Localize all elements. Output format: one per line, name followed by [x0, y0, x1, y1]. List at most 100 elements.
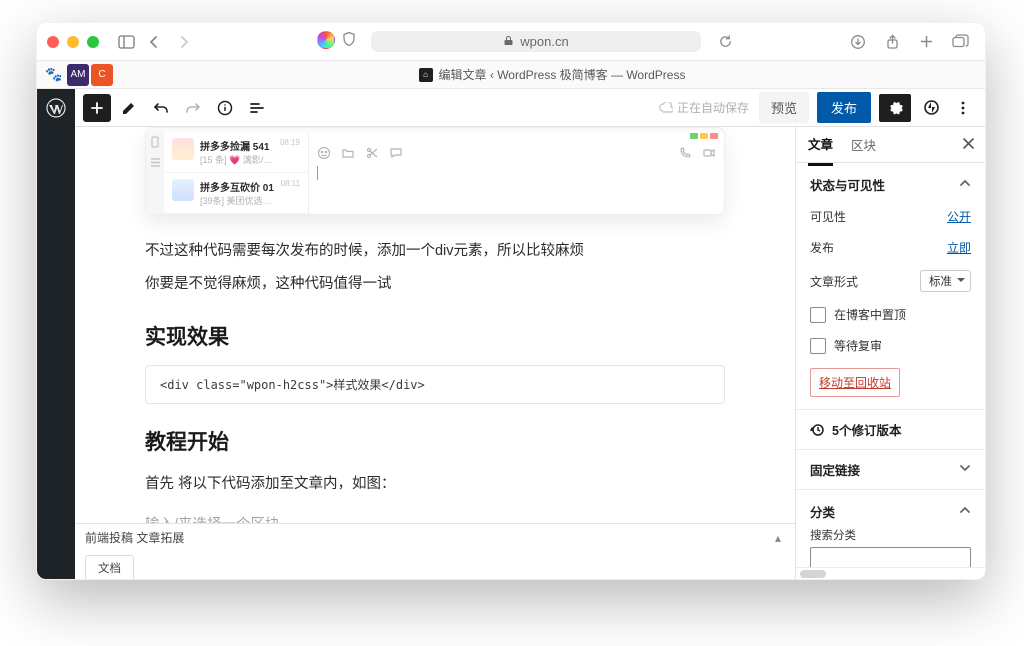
- paragraph[interactable]: 首先 将以下代码添加至文章内，如图：: [145, 470, 725, 499]
- chat-mini-sidebar: [146, 132, 164, 214]
- metabox-tabs: 文档: [75, 551, 795, 579]
- editor-frame: 正在自动保存 预览 发布: [75, 89, 985, 579]
- downloads-icon[interactable]: [845, 31, 871, 53]
- address-bar[interactable]: wpon.cn: [371, 31, 701, 52]
- call-icon: [678, 146, 692, 160]
- privacy-shield-icon[interactable]: [341, 31, 357, 52]
- visibility-value[interactable]: 公开: [947, 208, 971, 225]
- info-button[interactable]: [211, 94, 239, 122]
- browser-titlebar: wpon.cn: [37, 23, 985, 61]
- chat-list-item: 拼多多捡漏 541 [15 条] 💗 漓影/每问题首说… 08:19: [164, 132, 308, 173]
- active-tab[interactable]: ⌂ 编辑文章 ‹ WordPress 极简博客 — WordPress: [119, 61, 985, 88]
- phone-icon: [149, 136, 161, 148]
- minimize-window-button[interactable]: [67, 36, 79, 48]
- text-cursor: [317, 166, 318, 180]
- tab-post[interactable]: 文章: [808, 127, 833, 166]
- heading[interactable]: 教程开始: [145, 426, 725, 456]
- panel-header[interactable]: 分类: [810, 502, 971, 521]
- paragraph[interactable]: 不过这种代码需要每次发布的时候，添加一个div元素，所以比较麻烦: [145, 237, 725, 266]
- new-tab-icon[interactable]: [913, 31, 939, 53]
- editor-workspace: 拼多多捡漏 541 [15 条] 💗 漓影/每问题首说… 08:19: [75, 127, 985, 579]
- redo-button[interactable]: [179, 94, 207, 122]
- editor-canvas-area: 拼多多捡漏 541 [15 条] 💗 漓影/每问题首说… 08:19: [75, 127, 795, 579]
- settings-button[interactable]: [879, 94, 911, 122]
- url-host: wpon.cn: [520, 34, 568, 49]
- embedded-image-chat: 拼多多捡漏 541 [15 条] 💗 漓影/每问题首说… 08:19: [145, 127, 725, 215]
- publish-row: 发布 立即: [810, 239, 971, 256]
- forward-button[interactable]: [171, 31, 197, 53]
- share-icon[interactable]: [879, 31, 905, 53]
- heading[interactable]: 实现效果: [145, 321, 725, 351]
- sidebar-toggle-icon[interactable]: [113, 31, 139, 53]
- search-category-input[interactable]: [810, 547, 971, 567]
- tab-favicon: ⌂: [419, 68, 433, 82]
- panel-categories: 分类 搜索分类 初创: [796, 490, 985, 567]
- sidebar-tabs: 文章 区块: [796, 127, 985, 163]
- safari-window: wpon.cn 🐾 AM C: [36, 22, 986, 580]
- move-to-trash-button[interactable]: 移动至回收站: [810, 368, 900, 397]
- panel-permalink[interactable]: 固定链接: [796, 450, 985, 490]
- close-sidebar-button[interactable]: [962, 137, 975, 153]
- history-icon: [810, 423, 824, 437]
- panel-status-visibility: 状态与可见性 可见性 公开 发布 立即: [796, 163, 985, 410]
- tab-block[interactable]: 区块: [851, 127, 876, 164]
- edit-mode-icon[interactable]: [115, 94, 143, 122]
- chevron-down-icon: [959, 462, 971, 477]
- wordpress-logo-icon: [46, 98, 66, 118]
- publish-button[interactable]: 发布: [817, 92, 871, 123]
- paragraph[interactable]: 你要是不觉得麻烦，这种代码值得一试: [145, 270, 725, 299]
- visibility-row: 可见性 公开: [810, 208, 971, 225]
- jetpack-icon[interactable]: [917, 94, 945, 122]
- chevron-up-icon: [959, 177, 971, 192]
- tab-strip: 🐾 AM C ⌂ 编辑文章 ‹ WordPress 极简博客 — WordPre…: [37, 61, 985, 89]
- emoji-icon: [317, 146, 331, 160]
- settings-sidebar: 文章 区块 状态与可见性: [795, 127, 985, 579]
- back-button[interactable]: [141, 31, 167, 53]
- metabox-header[interactable]: 前端投稿 文章拓展 ▴: [75, 523, 795, 551]
- search-category-label: 搜索分类: [810, 527, 971, 543]
- folder-icon: [341, 146, 355, 160]
- more-menu-button[interactable]: [949, 94, 977, 122]
- autosave-status: 正在自动保存: [659, 99, 749, 116]
- favorite-3[interactable]: C: [91, 64, 113, 86]
- post-content: 拼多多捡漏 541 [15 条] 💗 漓影/每问题首说… 08:19: [145, 127, 725, 523]
- favorites-bar: 🐾 AM C: [37, 61, 119, 88]
- metabox-title: 前端投稿 文章拓展: [85, 529, 184, 546]
- publish-value[interactable]: 立即: [947, 239, 971, 256]
- wp-admin-bar[interactable]: [37, 89, 75, 579]
- window-controls: [47, 36, 99, 48]
- post-format-select[interactable]: 标准: [920, 270, 971, 292]
- sticky-checkbox[interactable]: 在博客中置顶: [810, 306, 971, 323]
- wordpress-editor-app: 正在自动保存 预览 发布: [37, 89, 985, 579]
- preview-button[interactable]: 预览: [759, 92, 809, 123]
- favorite-1[interactable]: 🐾: [43, 64, 65, 86]
- collapse-icon[interactable]: ▴: [775, 531, 781, 545]
- sidebar-scroll[interactable]: 状态与可见性 可见性 公开 发布 立即: [796, 163, 985, 567]
- chevron-up-icon: [959, 504, 971, 519]
- outline-button[interactable]: [243, 94, 271, 122]
- tab-title: 编辑文章 ‹ WordPress 极简博客 — WordPress: [439, 66, 686, 83]
- close-window-button[interactable]: [47, 36, 59, 48]
- code-block[interactable]: <div class="wpon-h2css">样式效果</div>: [145, 365, 725, 404]
- site-settings-icon[interactable]: [317, 31, 335, 49]
- add-block-button[interactable]: [83, 94, 111, 122]
- video-icon: [702, 146, 716, 160]
- scissors-icon: [365, 146, 379, 160]
- lock-icon: [503, 34, 514, 49]
- reload-button[interactable]: [715, 34, 735, 49]
- chat-icon: [389, 146, 403, 160]
- editor-canvas-scroll[interactable]: 拼多多捡漏 541 [15 条] 💗 漓影/每问题首说… 08:19: [75, 127, 795, 523]
- panel-header[interactable]: 状态与可见性: [810, 175, 971, 194]
- block-placeholder[interactable]: 输入/来选择一个区块: [145, 513, 725, 523]
- panel-revisions[interactable]: 5个修订版本: [796, 410, 985, 450]
- horizontal-scrollbar[interactable]: [796, 567, 985, 579]
- tab-overview-icon[interactable]: [947, 31, 973, 53]
- pending-review-checkbox[interactable]: 等待复审: [810, 337, 971, 354]
- favorite-2[interactable]: AM: [67, 64, 89, 86]
- editor-toolbar: 正在自动保存 预览 发布: [75, 89, 985, 127]
- post-format-row: 文章形式 标准: [810, 270, 971, 292]
- undo-button[interactable]: [147, 94, 175, 122]
- chat-list-item: 拼多多互砍价 01 [39条] 美团优选报销款: [小… 08:11: [164, 173, 308, 214]
- metabox-tab-document[interactable]: 文档: [85, 555, 134, 580]
- maximize-window-button[interactable]: [87, 36, 99, 48]
